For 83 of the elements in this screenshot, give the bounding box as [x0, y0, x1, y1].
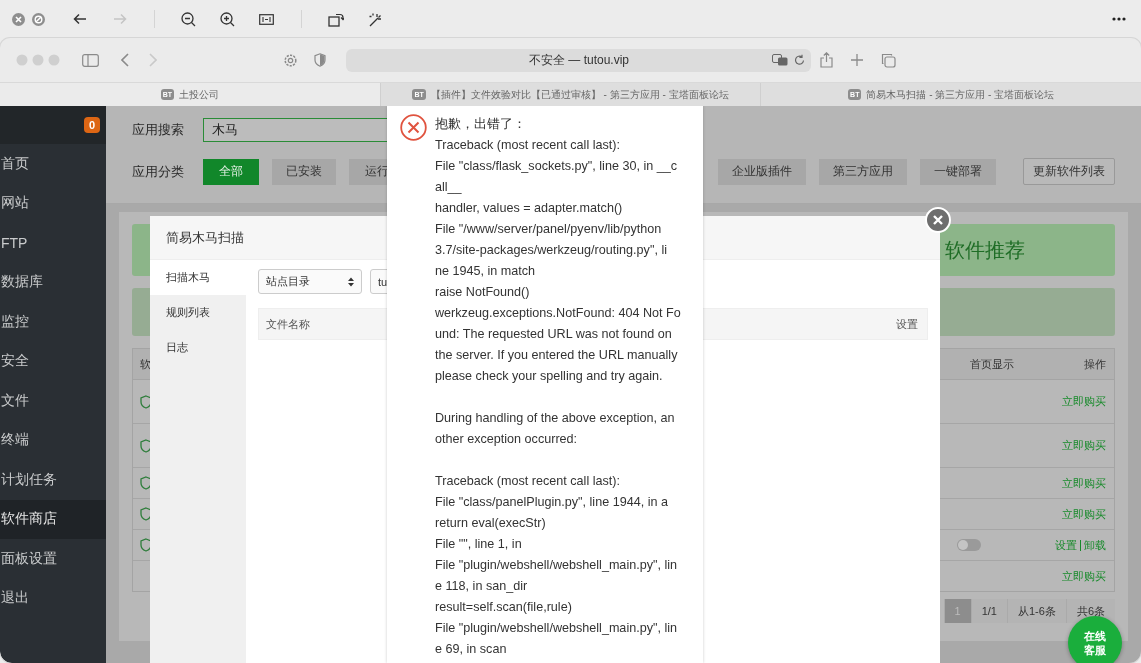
toggle-switch[interactable]	[957, 539, 981, 551]
traceback-line: other exception occurred:	[435, 431, 579, 448]
traceback-line: handler, values = adapter.match()	[435, 200, 624, 217]
column-header: 设置	[896, 316, 918, 332]
zoom-in-icon[interactable]	[220, 11, 235, 27]
traceback-line: please check your spelling and try again.	[435, 368, 664, 385]
category-tab[interactable]: 第三方应用	[819, 158, 907, 185]
traceback-line: File "plugin/webshell/webshell_main.py", lin	[435, 557, 679, 574]
traceback-line: File "/www/server/panel/pyenv/lib/python	[435, 221, 663, 238]
traceback-line: e 118, in san_dir	[435, 578, 529, 595]
reload-icon[interactable]	[794, 54, 805, 66]
category-tab[interactable]: 企业版插件	[718, 158, 806, 185]
sidebar-item[interactable]: 数据库	[0, 262, 106, 302]
traceback-line: 3.7/site-packages/werkzeug/routing.py", li	[435, 242, 668, 259]
column-header: 软	[140, 356, 151, 372]
traceback-line: e 69, in scan	[435, 641, 508, 658]
traceback-line: During handling of the above exception, an	[435, 410, 676, 427]
update-list-button[interactable]: 更新软件列表	[1023, 158, 1115, 185]
sidebar-icon[interactable]	[82, 53, 99, 67]
tab-overview-icon[interactable]	[881, 52, 896, 68]
sidebar-item[interactable]: 安全	[0, 341, 106, 381]
settings-icon[interactable]	[283, 52, 298, 68]
select-arrows-icon	[348, 276, 354, 287]
dialog-tab[interactable]: 规则列表	[150, 295, 246, 330]
new-tab-icon[interactable]	[851, 54, 863, 66]
dialog-tab[interactable]: 日志	[150, 330, 246, 365]
sidebar-item[interactable]: 网站	[0, 183, 106, 223]
plugin-icon	[140, 394, 152, 409]
fit-to-window-icon[interactable]	[259, 13, 274, 25]
category-tab[interactable]: 已安装	[272, 158, 336, 185]
sidebar-item[interactable]: 监控	[0, 302, 106, 342]
traceback-line: raise NotFound()	[435, 284, 531, 301]
notification-badge[interactable]: 0	[83, 117, 100, 133]
magic-wand-icon[interactable]	[368, 11, 383, 27]
plugin-icon	[140, 507, 152, 521]
sidebar-item[interactable]: 首页	[0, 144, 106, 184]
dialog-title: 简易木马扫描	[166, 228, 244, 247]
column-header: 首页显示	[970, 356, 1014, 372]
traceback-line: result=self.scan(file,rule)	[435, 599, 573, 616]
translate-icon[interactable]	[772, 54, 788, 66]
sidebar-item[interactable]: 面板设置	[0, 539, 106, 579]
column-header: 操作	[1084, 356, 1106, 372]
traceback-line: File "class/flask_sockets.py", line 30, in __c	[435, 158, 679, 175]
traceback-line: Traceback (most recent call last):	[435, 137, 621, 154]
share-icon[interactable]	[820, 52, 833, 68]
back-chevron-icon[interactable]	[121, 53, 129, 67]
more-icon[interactable]	[1112, 17, 1126, 21]
rotate-icon[interactable]	[328, 11, 344, 27]
sidebar-item[interactable]: 终端	[0, 420, 106, 460]
zoom-out-icon[interactable]	[181, 11, 196, 27]
column-header: 文件名称	[266, 316, 310, 332]
category-tab[interactable]: 一键部署	[920, 158, 996, 185]
close-icon[interactable]	[12, 12, 25, 26]
traceback-line: und: The requested URL was not found on	[435, 326, 673, 343]
dialog-tab[interactable]: 扫描木马	[150, 260, 246, 295]
search-label: 应用搜索	[132, 121, 185, 139]
traceback-line: all__	[435, 179, 463, 196]
page-info: 1/1	[970, 599, 1007, 623]
back-arrow-icon[interactable]	[73, 13, 87, 25]
sidebar-item[interactable]: FTP	[0, 223, 106, 263]
category-tab[interactable]: 全部	[203, 158, 259, 185]
sidebar-item[interactable]: 计划任务	[0, 460, 106, 500]
traceback-line: File "plugin/webshell/webshell_main.py", lin	[435, 620, 679, 637]
error-icon	[400, 114, 427, 141]
select-field[interactable]: 站点目录	[258, 269, 362, 294]
sidebar-item[interactable]: 文件	[0, 381, 106, 421]
category-label: 应用分类	[132, 162, 185, 181]
traceback-line: File "class/panelPlugin.py", line 1944, in a	[435, 494, 669, 511]
sidebar-item[interactable]: 退出	[0, 578, 106, 618]
address-bar[interactable]: 不安全 — tutou.vip	[346, 48, 811, 72]
page-info: 从1-6条	[1006, 599, 1066, 623]
traceback-line: the server. If you entered the URL manually	[435, 347, 679, 364]
plugin-icon	[140, 438, 152, 453]
traceback-line: Traceback (most recent call last):	[435, 473, 621, 490]
plugin-icon	[140, 476, 152, 490]
traceback-line: File "", line 1, in	[435, 536, 523, 553]
sidebar-item[interactable]: 软件商店	[0, 499, 106, 539]
plugin-icon	[140, 538, 152, 552]
error-title: 抱歉，出错了：	[435, 116, 527, 133]
traceback-line: return eval(execStr)	[435, 515, 547, 532]
traceback-line: werkzeug.exceptions.NotFound: 404 Not Fo	[435, 305, 681, 322]
shield-icon[interactable]	[314, 53, 326, 67]
minimize-icon[interactable]	[32, 12, 45, 26]
